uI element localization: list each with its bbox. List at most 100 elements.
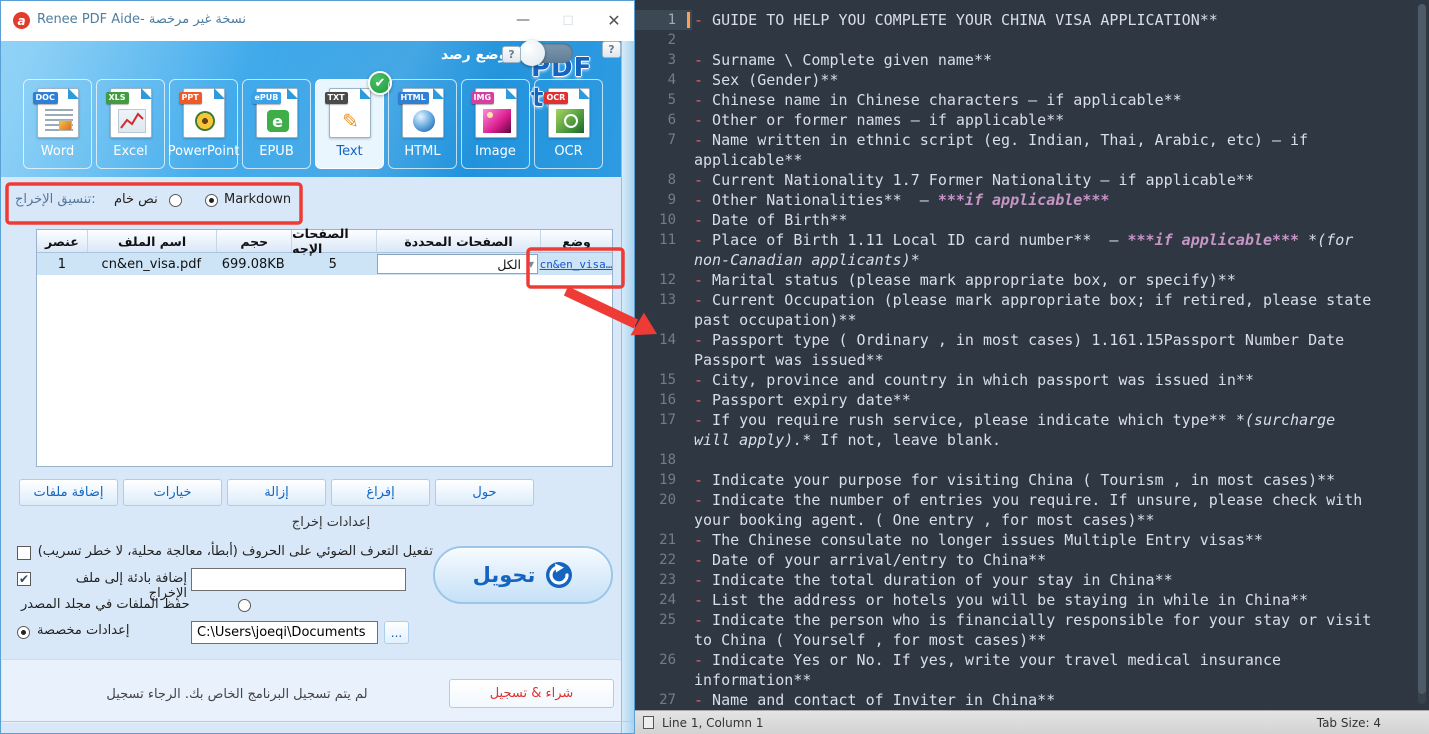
- browse-button[interactable]: ...: [384, 621, 409, 644]
- format-text-button[interactable]: TXT ✎ ✔ Text: [315, 71, 392, 169]
- line-content: - Indicate the total duration of your st…: [694, 571, 1173, 589]
- format-image-button[interactable]: IMG Image: [461, 79, 530, 169]
- format-word-button[interactable]: DOC Word: [23, 79, 92, 169]
- line-number: 22: [659, 552, 676, 568]
- clear-button[interactable]: إفراغ: [331, 479, 430, 506]
- line-number: 23: [659, 572, 676, 588]
- editor-line[interactable]: 22 - Date of your arrival/entry to China*…: [635, 550, 1415, 570]
- format-excel-button[interactable]: XLS Excel: [96, 79, 165, 169]
- editor-content[interactable]: 1- GUIDE TO HELP YOU COMPLETE YOUR CHINA…: [635, 10, 1415, 710]
- ocr-checkbox[interactable]: [17, 546, 31, 560]
- prefix-input[interactable]: [191, 568, 406, 591]
- editor-status-bar: Line 1, Column 1 Tab Size: 4: [635, 710, 1429, 734]
- line-content: [692, 30, 1374, 50]
- editor-line[interactable]: 20 - Indicate the number of entries you r…: [635, 490, 1415, 530]
- line-content: - Name and contact of Inviter in China**: [694, 691, 1056, 709]
- format-row: DOC Word XLS Excel PPT PowerPoint ePUB e…: [23, 71, 603, 169]
- format-html-button[interactable]: HTML HTML: [388, 79, 457, 169]
- line-content: - Passport type ( Ordinary , in most cas…: [694, 331, 1354, 369]
- format-powerpoint-button[interactable]: PPT PowerPoint: [168, 79, 239, 169]
- tab-size[interactable]: Tab Size: 4: [1317, 716, 1381, 730]
- minimize-button[interactable]: —: [507, 7, 539, 33]
- line-number: 5: [667, 92, 676, 108]
- ocr-file-icon: OCR: [543, 88, 590, 138]
- table-row[interactable]: 1 cn&en_visa.pdf 699.08KB 5 الكل ▼ cn&en…: [37, 253, 612, 275]
- editor-line[interactable]: 12 - Marital status (please mark appropri…: [635, 270, 1415, 290]
- markdown-radio[interactable]: [205, 194, 218, 207]
- preview-file-link[interactable]: cn&en_visa…: [540, 258, 613, 271]
- editor-line[interactable]: 9 - Other Nationalities** – ***if applica…: [635, 190, 1415, 210]
- help-icon[interactable]: ?: [502, 46, 521, 63]
- raw-text-radio-label[interactable]: نص خام: [114, 192, 158, 207]
- editor-line[interactable]: 18: [635, 450, 1415, 470]
- editor-line[interactable]: 2: [635, 30, 1415, 50]
- toggle-knob[interactable]: [519, 40, 545, 66]
- close-button[interactable]: ✕: [598, 7, 630, 33]
- line-content: - City, province and country in which pa…: [694, 371, 1254, 389]
- editor-line[interactable]: 16 - Passport expiry date**: [635, 390, 1415, 410]
- editor-line[interactable]: 5 - Chinese name in Chinese characters – …: [635, 90, 1415, 110]
- editor-line[interactable]: 8 - Current Nationality 1.7 Former Nation…: [635, 170, 1415, 190]
- line-content: - The Chinese consulate no longer issues…: [694, 531, 1263, 549]
- prefix-checkbox[interactable]: ✔: [17, 572, 31, 586]
- editor-line[interactable]: 4 - Sex (Gender)**: [635, 70, 1415, 90]
- editor-line[interactable]: 10 - Date of Birth**: [635, 210, 1415, 230]
- editor-line[interactable]: 21 - The Chinese consulate no longer issu…: [635, 530, 1415, 550]
- text-editor[interactable]: 1- GUIDE TO HELP YOU COMPLETE YOUR CHINA…: [635, 0, 1429, 734]
- mode-toggle[interactable]: [519, 40, 573, 66]
- options-button[interactable]: خيارات: [123, 479, 222, 506]
- editor-line[interactable]: 17 - If you require rush service, please …: [635, 410, 1415, 450]
- output-path-input[interactable]: [191, 621, 378, 644]
- save-source-radio-label[interactable]: حفظ الملفات في مجلد المصدر: [21, 597, 190, 612]
- about-button[interactable]: حول: [435, 479, 534, 506]
- editor-line[interactable]: 23 - Indicate the total duration of your …: [635, 570, 1415, 590]
- cursor-position: Line 1, Column 1: [662, 715, 764, 730]
- line-number: 16: [659, 392, 676, 408]
- format-epub-button[interactable]: ePUB e EPUB: [242, 79, 311, 169]
- custom-settings-radio-label[interactable]: إعدادات مخصصة: [37, 623, 129, 638]
- editor-line[interactable]: 14 - Passport type ( Ordinary , in most c…: [635, 330, 1415, 370]
- line-number: 24: [659, 592, 676, 608]
- line-number: 10: [659, 212, 676, 228]
- line-number: 27: [659, 692, 676, 708]
- help-icon[interactable]: ?: [602, 41, 621, 58]
- selected-pages-dropdown[interactable]: الكل ▼: [377, 254, 538, 274]
- save-source-radio[interactable]: [238, 599, 251, 612]
- ocr-checkbox-label[interactable]: تفعيل التعرف الضوئي على الحروف (أبطأ، مع…: [37, 544, 433, 559]
- editor-line[interactable]: 7 - Name written in ethnic script (eg. In…: [635, 130, 1415, 170]
- line-number: 4: [667, 72, 676, 88]
- line-content: - If you require rush service, please in…: [694, 411, 1345, 449]
- status-icon[interactable]: [643, 716, 654, 729]
- col-filename: اسم الملف: [86, 230, 217, 252]
- line-number: 25: [659, 612, 676, 628]
- pencil-icon: ✎: [342, 109, 359, 133]
- editor-line[interactable]: 25 - Indicate the person who is financial…: [635, 610, 1415, 650]
- markdown-radio-label[interactable]: Markdown: [224, 192, 291, 207]
- add-files-button[interactable]: إضافة ملفات: [19, 479, 118, 506]
- register-message: لم يتم تسجيل البرنامج الخاص بك. الرجاء ت…: [106, 687, 368, 702]
- convert-button[interactable]: تحويل: [433, 546, 613, 604]
- editor-line[interactable]: 27 - Name and contact of Inviter in China…: [635, 690, 1415, 710]
- editor-line[interactable]: 24 - List the address or hotels you will …: [635, 590, 1415, 610]
- buy-register-button[interactable]: شراء & تسجيل: [449, 679, 614, 708]
- raw-text-radio[interactable]: [169, 194, 182, 207]
- scrollbar-thumb[interactable]: [1418, 4, 1426, 694]
- editor-line[interactable]: 13 - Current Occupation (please mark appr…: [635, 290, 1415, 330]
- custom-settings-radio[interactable]: [17, 626, 30, 639]
- editor-line[interactable]: 19 - Indicate your purpose for visiting C…: [635, 470, 1415, 490]
- line-content: - Indicate the number of entries you req…: [694, 491, 1372, 529]
- editor-line[interactable]: 26 - Indicate Yes or No. If yes, write yo…: [635, 650, 1415, 690]
- cell-filename: cn&en_visa.pdf: [101, 256, 202, 272]
- remove-button[interactable]: إزالة: [227, 479, 326, 506]
- line-content: - Indicate your purpose for visiting Chi…: [694, 471, 1336, 489]
- editor-line[interactable]: 6 - Other or former names – if applicable…: [635, 110, 1415, 130]
- photo-icon: [482, 109, 511, 133]
- editor-line[interactable]: 11 - Place of Birth 1.11 Local ID card nu…: [635, 230, 1415, 270]
- format-ocr-button[interactable]: OCR OCR: [534, 79, 603, 169]
- editor-line[interactable]: 1- GUIDE TO HELP YOU COMPLETE YOUR CHINA…: [635, 10, 1415, 30]
- editor-line[interactable]: 15 - City, province and country in which …: [635, 370, 1415, 390]
- scrollbar[interactable]: [1418, 4, 1426, 704]
- line-content: - Place of Birth 1.11 Local ID card numb…: [694, 231, 1363, 269]
- editor-line[interactable]: 3 - Surname \ Complete given name**: [635, 50, 1415, 70]
- line-number: 14: [659, 332, 676, 348]
